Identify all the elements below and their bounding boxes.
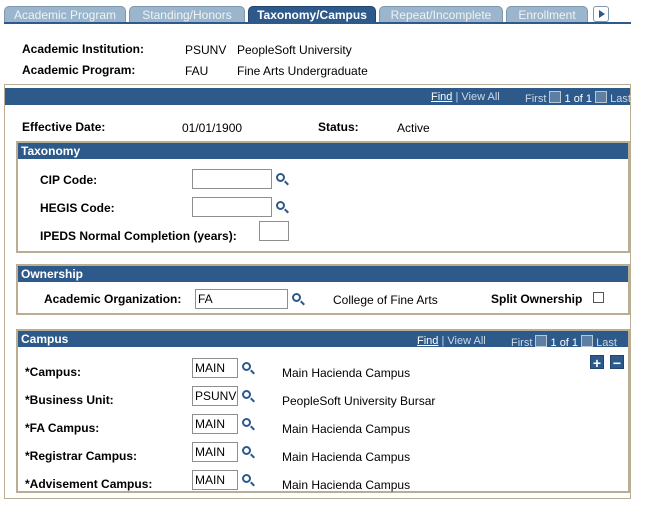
effective-nav: Find | View All <box>431 91 500 103</box>
campus-view-all-link[interactable]: View All <box>447 335 485 347</box>
next-arrow-icon[interactable] <box>595 91 608 103</box>
campus-next-arrow-icon[interactable] <box>581 335 594 347</box>
split-ownership-checkbox[interactable] <box>593 292 604 303</box>
business-unit-lookup-icon[interactable] <box>242 390 251 399</box>
advisement-campus-input[interactable]: MAIN <box>192 470 238 490</box>
hegis-lookup-icon[interactable] <box>276 201 285 210</box>
advisement-campus-description: Main Hacienda Campus <box>282 478 411 492</box>
campus-label: *Campus: <box>25 365 82 379</box>
campus-first-link[interactable]: First <box>511 337 532 349</box>
registrar-campus-input[interactable]: MAIN <box>192 442 238 462</box>
business-unit-label: *Business Unit: <box>25 393 114 407</box>
prev-arrow-icon[interactable] <box>549 91 562 103</box>
status-value: Active <box>397 121 430 135</box>
view-all-link[interactable]: View All <box>461 91 499 103</box>
academic-org-lookup-icon[interactable] <box>292 293 301 302</box>
advisement-campus-lookup-icon[interactable] <box>242 474 251 483</box>
registrar-campus-lookup-icon[interactable] <box>242 446 251 455</box>
fa-campus-description: Main Hacienda Campus <box>282 422 411 436</box>
cip-label: CIP Code: <box>40 173 98 187</box>
registrar-campus-description: Main Hacienda Campus <box>282 450 411 464</box>
campus-page-count: 1 of 1 <box>550 337 579 349</box>
tab-underline <box>4 22 631 24</box>
campus-find-link[interactable]: Find <box>417 335 438 347</box>
program-label: Academic Program: <box>22 63 136 77</box>
tab-repeat-incomplete[interactable]: Repeat/Incomplete <box>379 6 503 22</box>
advisement-campus-label: *Advisement Campus: <box>25 477 153 491</box>
last-link[interactable]: Last <box>610 93 631 105</box>
ownership-title: Ownership <box>18 266 628 282</box>
add-row-button[interactable]: + <box>590 355 604 370</box>
campus-description: Main Hacienda Campus <box>282 366 411 380</box>
tab-standing-honors[interactable]: Standing/Honors <box>129 6 245 22</box>
campus-input[interactable]: MAIN <box>192 358 238 378</box>
effective-pager: First 1 of 1 Last <box>525 91 631 105</box>
campus-pager: First 1 of 1 Last <box>511 335 617 349</box>
first-link[interactable]: First <box>525 93 546 105</box>
program-name: Fine Arts Undergraduate <box>237 64 368 78</box>
tab-taxonomy-campus[interactable]: Taxonomy/Campus <box>248 6 376 23</box>
campus-lookup-icon[interactable] <box>242 362 251 371</box>
delete-row-button[interactable]: − <box>610 355 624 370</box>
registrar-campus-label: *Registrar Campus: <box>25 449 138 463</box>
ipeds-input[interactable] <box>259 221 289 241</box>
campus-group <box>16 329 630 493</box>
tab-enrollment[interactable]: Enrollment <box>506 6 588 22</box>
hegis-code-input[interactable] <box>192 197 272 217</box>
program-code: FAU <box>185 64 209 78</box>
campus-prev-arrow-icon[interactable] <box>535 335 548 347</box>
status-label: Status: <box>318 120 359 134</box>
find-link[interactable]: Find <box>431 91 452 103</box>
cip-code-input[interactable] <box>192 169 272 189</box>
tab-scroll-right-icon[interactable] <box>593 6 609 22</box>
ipeds-label: IPEDS Normal Completion (years): <box>40 229 237 243</box>
hegis-label: HEGIS Code: <box>40 201 115 215</box>
cip-lookup-icon[interactable] <box>276 173 285 182</box>
institution-code: PSUNV <box>185 43 227 57</box>
fa-campus-input[interactable]: MAIN <box>192 414 238 434</box>
institution-name: PeopleSoft University <box>237 43 352 57</box>
fa-campus-lookup-icon[interactable] <box>242 418 251 427</box>
taxonomy-title: Taxonomy <box>18 143 628 159</box>
academic-org-label: Academic Organization: <box>44 292 182 306</box>
tab-academic-program[interactable]: Academic Program <box>4 6 126 22</box>
page-count: 1 of 1 <box>564 93 593 105</box>
business-unit-description: PeopleSoft University Bursar <box>282 394 436 408</box>
effective-date-value: 01/01/1900 <box>182 121 243 135</box>
effective-date-label: Effective Date: <box>22 120 106 134</box>
split-ownership-label: Split Ownership <box>491 292 583 306</box>
campus-last-link[interactable]: Last <box>596 337 617 349</box>
business-unit-input[interactable]: PSUNV <box>192 386 238 406</box>
academic-org-description: College of Fine Arts <box>333 293 438 307</box>
fa-campus-label: *FA Campus: <box>25 421 100 435</box>
academic-org-input[interactable]: FA <box>195 289 288 309</box>
institution-label: Academic Institution: <box>22 42 145 56</box>
campus-nav: Find | View All <box>417 335 486 347</box>
